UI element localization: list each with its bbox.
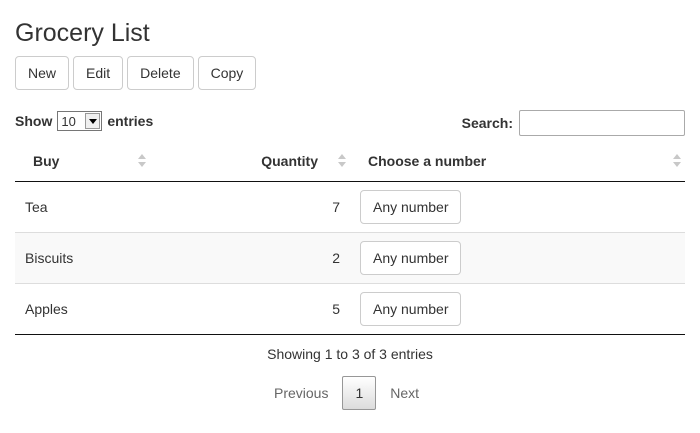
column-header-label: Buy bbox=[33, 152, 60, 169]
cell-buy: Apples bbox=[15, 282, 150, 335]
search-control: Search: bbox=[462, 110, 685, 136]
grocery-table: Buy Quantity Choose a number Tea 7 Any n… bbox=[15, 141, 685, 335]
entries-select[interactable]: 10 bbox=[57, 111, 103, 131]
column-header-label: Quantity bbox=[261, 152, 318, 169]
any-number-button[interactable]: Any number bbox=[360, 291, 462, 326]
column-header-label: Choose a number bbox=[368, 152, 487, 169]
show-label: Show bbox=[15, 113, 53, 129]
table-header-row: Buy Quantity Choose a number bbox=[15, 141, 685, 182]
cell-quantity: 5 bbox=[150, 282, 350, 335]
sort-icon bbox=[673, 154, 681, 168]
entries-label: entries bbox=[107, 113, 154, 129]
column-header-quantity[interactable]: Quantity bbox=[150, 141, 350, 182]
toolbar: New Edit Delete Copy bbox=[15, 56, 257, 90]
edit-button[interactable]: Edit bbox=[73, 56, 124, 90]
table-row: Tea 7 Any number bbox=[15, 181, 685, 232]
sort-icon bbox=[138, 154, 146, 168]
cell-quantity: 2 bbox=[150, 231, 350, 283]
page-1-button[interactable]: 1 bbox=[342, 376, 377, 410]
column-header-choose-number[interactable]: Choose a number bbox=[350, 141, 685, 182]
any-number-button[interactable]: Any number bbox=[360, 189, 462, 224]
previous-page-button[interactable]: Previous bbox=[260, 376, 342, 410]
entries-length-control: Show 10 entries bbox=[15, 111, 153, 131]
delete-button[interactable]: Delete bbox=[127, 56, 194, 90]
cell-choose: Any number bbox=[350, 231, 685, 283]
page-title: Grocery List bbox=[15, 19, 150, 47]
table-info: Showing 1 to 3 of 3 entries bbox=[267, 346, 433, 362]
next-page-button[interactable]: Next bbox=[376, 376, 433, 410]
new-button[interactable]: New bbox=[15, 56, 70, 90]
search-input[interactable] bbox=[519, 110, 685, 136]
pagination: Previous 1 Next bbox=[260, 376, 433, 410]
table-row: Biscuits 2 Any number bbox=[15, 231, 685, 283]
search-label: Search: bbox=[461, 115, 513, 131]
cell-choose: Any number bbox=[350, 282, 685, 335]
any-number-button[interactable]: Any number bbox=[360, 240, 462, 275]
cell-quantity: 7 bbox=[332, 198, 340, 215]
cell-buy: Biscuits bbox=[15, 231, 150, 283]
sort-icon bbox=[338, 154, 346, 168]
table-row: Apples 5 Any number bbox=[15, 282, 685, 335]
entries-select-value: 10 bbox=[61, 113, 76, 129]
cell-buy: Tea bbox=[25, 198, 48, 215]
column-header-buy[interactable]: Buy bbox=[15, 141, 150, 182]
cell-choose: Any number bbox=[350, 181, 685, 232]
chevron-down-icon bbox=[85, 113, 101, 129]
copy-button[interactable]: Copy bbox=[197, 56, 257, 90]
